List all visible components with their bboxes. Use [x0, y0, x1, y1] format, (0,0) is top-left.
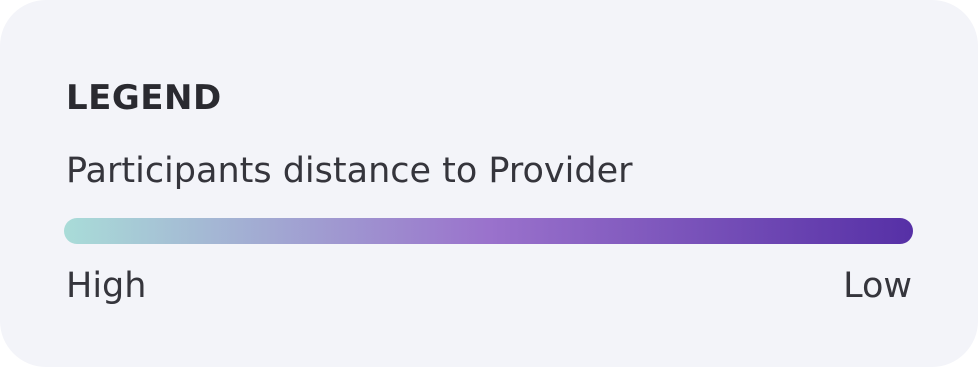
- legend-subtitle: Participants distance to Provider: [66, 151, 633, 191]
- color-scale-gradient-bar: [64, 218, 913, 244]
- legend-title: LEGEND: [66, 78, 222, 118]
- scale-label-high: High: [66, 266, 147, 306]
- scale-label-low: Low: [843, 266, 912, 306]
- legend-card: LEGEND Participants distance to Provider…: [0, 0, 978, 367]
